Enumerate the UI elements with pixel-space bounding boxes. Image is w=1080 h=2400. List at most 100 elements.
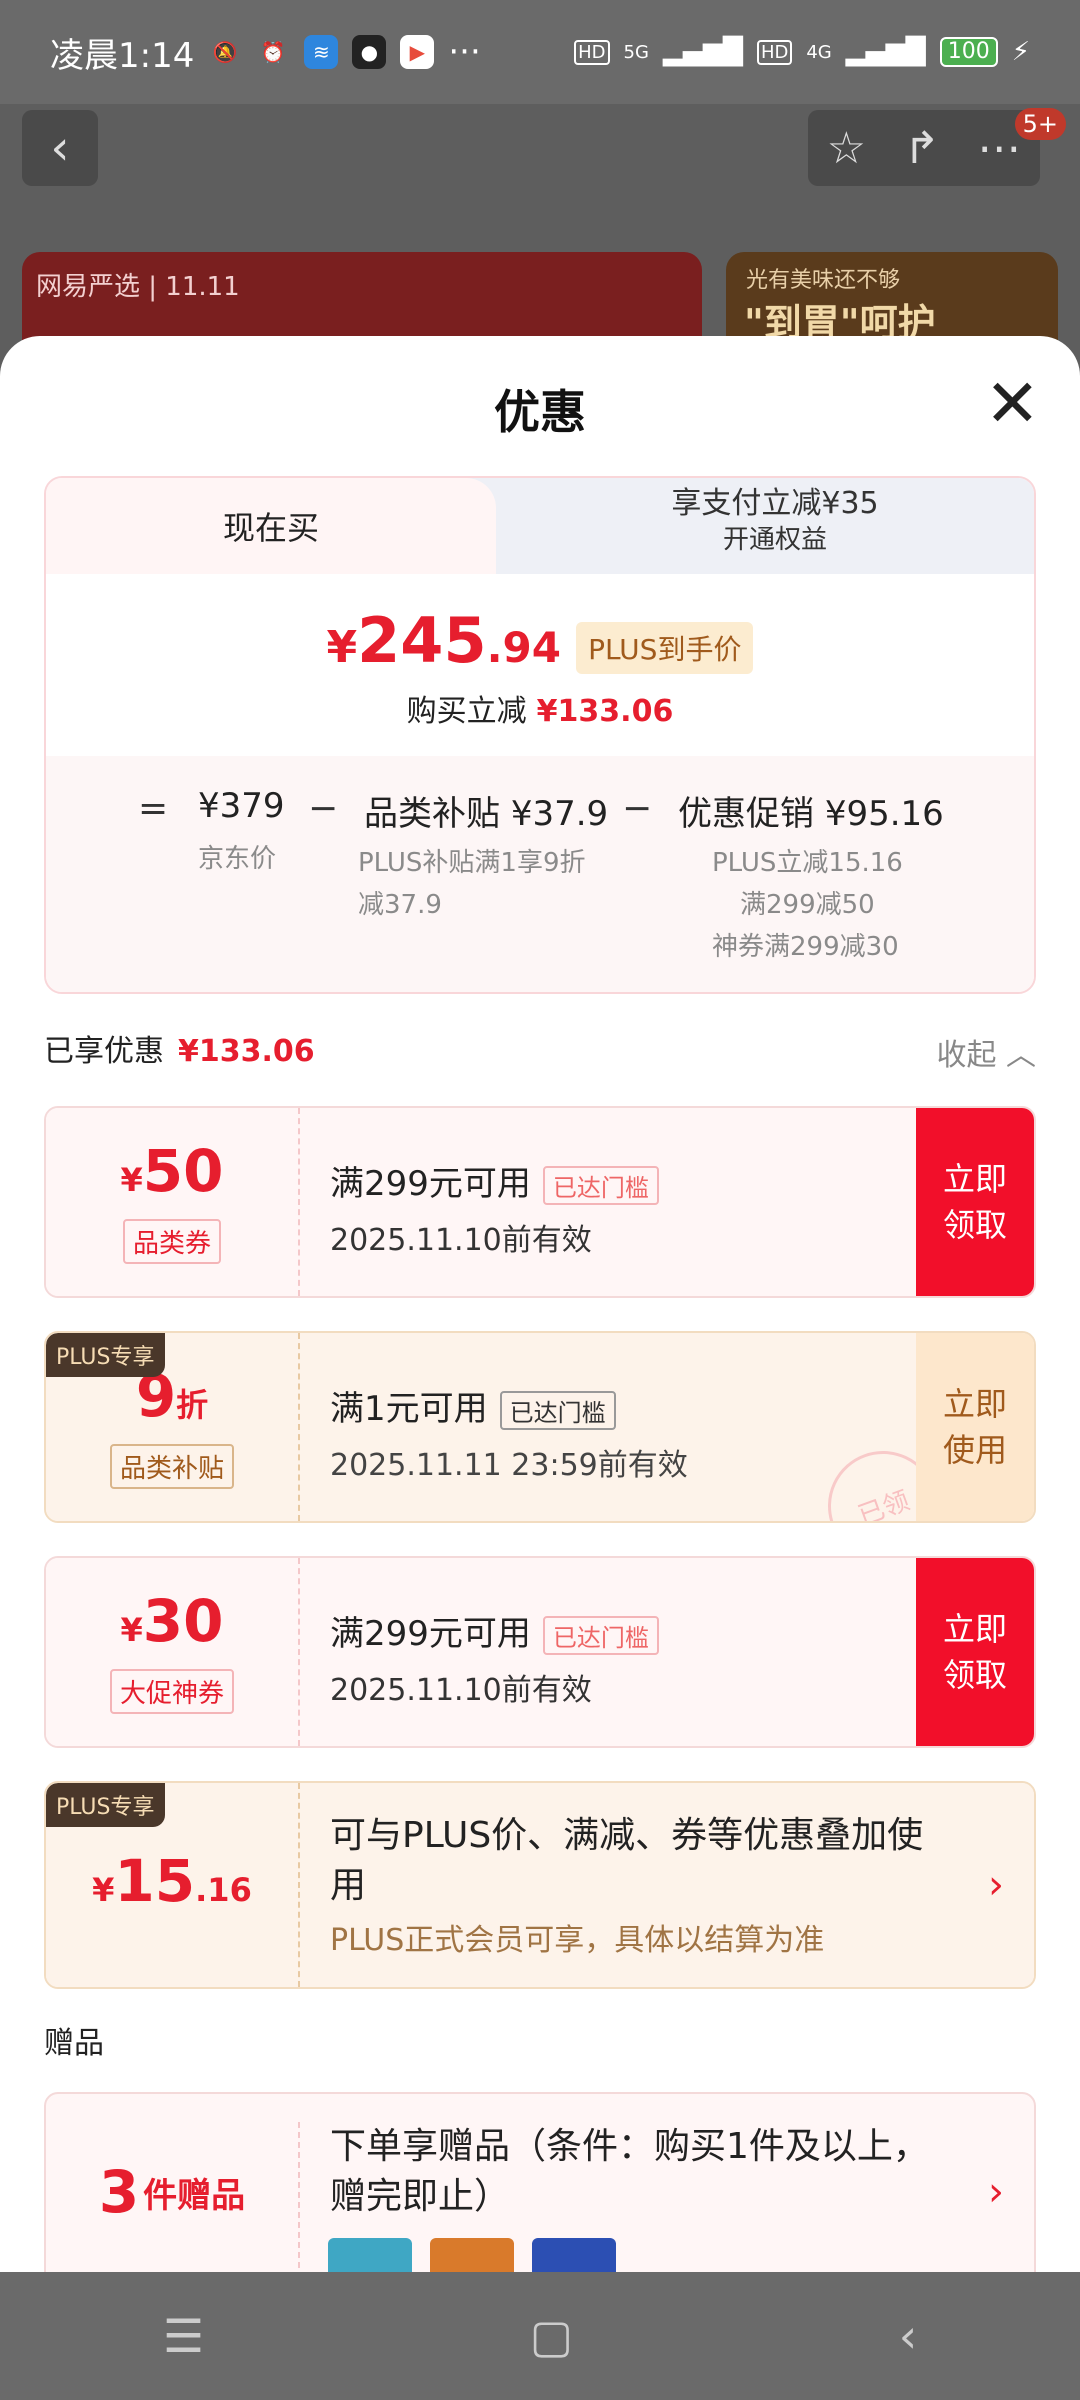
collapse-toggle[interactable]: 收起 ︿ [936, 1030, 1036, 1074]
enjoyed-label: 已享优惠 [44, 1034, 164, 1069]
coupon-info: 满299元可用 已达门槛 2025.11.10前有效 [298, 1108, 916, 1296]
gift-count-number: 3 [98, 2158, 140, 2226]
plus-exclusive-badge: PLUS专享 [46, 1333, 165, 1377]
coupon-value: ¥30 大促神券 [46, 1558, 298, 1746]
price-breakdown: 现在买 享支付立减¥35 开通权益 ¥245.94 PLUS到手价 购买立减 ¥1… [44, 476, 1036, 994]
minus-sign-2: − [622, 788, 653, 829]
tab-pay-discount[interactable]: 享支付立减¥35 开通权益 [516, 486, 1034, 558]
gift-thumbnail [532, 2238, 616, 2272]
price-integer: 245 [357, 604, 487, 677]
plus-offer-decimal: .16 [195, 1870, 252, 1909]
bell-muted-icon: 🔕 [212, 40, 238, 64]
coupon-card: ¥30 大促神券 满299元可用 已达门槛 2025.11.10前有效 立即领取 [44, 1556, 1036, 1748]
nav-actions: ☆ ↱ ⋯ [808, 110, 1040, 186]
coupon-condition: 满1元可用 [330, 1389, 488, 1429]
minus-sign-1: − [308, 788, 339, 829]
background-nav: ‹ ☆ ↱ ⋯ 5+ [0, 108, 1080, 218]
coupon-condition: 满299元可用 [330, 1164, 531, 1204]
net-5g-label: 5G [623, 41, 649, 63]
coupon-card: ¥50 品类券 满299元可用 已达门槛 2025.11.10前有效 立即领取 [44, 1106, 1036, 1298]
coupon-currency: ¥ [120, 1611, 143, 1649]
plus-offer-amount: 15 [114, 1846, 196, 1915]
price-calculation: = ¥379 京东价 − 品类补贴 ¥37.9 PLUS补贴满1享9折 减37.… [46, 756, 1034, 992]
coupon-amount: 30 [142, 1587, 224, 1655]
back-icon[interactable]: ‹ [22, 110, 98, 186]
price-currency: ¥ [326, 622, 358, 673]
more-icon[interactable]: ⋯ [977, 123, 1021, 174]
coupon-type: 大促神券 [109, 1669, 234, 1714]
coupon-info: 满1元可用 已达门槛 2025.11.11 23:59前有效 [298, 1333, 916, 1521]
coupon-condition: 满299元可用 [330, 1614, 531, 1654]
promo-label: 优惠促销 [678, 794, 814, 834]
app-dot-icon: ● [352, 35, 387, 69]
reduce-line: 购买立减 ¥133.06 [46, 686, 1034, 730]
subsidy-value: ¥37.9 [510, 794, 609, 834]
message-badge: 5+ [1014, 108, 1066, 140]
tab-pay-sub: 开通权益 [722, 525, 827, 555]
plus-offer-info: 可与PLUS价、满减、券等优惠叠加使用 PLUS正式会员可享，具体以结算为准 [298, 1783, 1034, 1987]
tab-pay-title: 享支付立减¥35 [671, 486, 879, 521]
purchase-tabs: 现在买 享支付立减¥35 开通权益 [46, 478, 1034, 574]
threshold-badge: 已达门槛 [542, 1616, 659, 1655]
plus-offer-note: PLUS正式会员可享，具体以结算为准 [330, 1923, 825, 1958]
enjoyed-value: ¥133.06 [178, 1034, 315, 1069]
gift-thumbnail [430, 2238, 514, 2272]
signal-icon-2: ▂▄▆█ [845, 37, 926, 67]
coupon-info: 满299元可用 已达门槛 2025.11.10前有效 [298, 1558, 916, 1746]
menu-icon[interactable]: ☰ [163, 2309, 204, 2363]
gift-count: 3 件赠品 [46, 2094, 298, 2272]
subsidy-label: 品类补贴 [364, 794, 500, 834]
plus-offer-card[interactable]: PLUS专享 ¥15.16 可与PLUS价、满减、券等优惠叠加使用 PLUS正式… [44, 1781, 1036, 1989]
gift-section-title: 赠品 [44, 2026, 104, 2061]
final-price: ¥245.94 PLUS到手价 [46, 604, 1034, 684]
gift-card[interactable]: 3 件赠品 下单享赠品（条件：购买1件及以上，赠完即止） › [44, 2092, 1036, 2272]
jd-price-label: 京东价 [198, 844, 277, 874]
status-time: 凌晨1:14 [50, 35, 195, 76]
coupon-currency: ¥ [120, 1161, 143, 1199]
promo-detail-3: 神券满299减30 [712, 932, 899, 962]
back-nav-icon[interactable]: ‹ [899, 2309, 917, 2363]
reduce-label: 购买立减 [406, 694, 527, 729]
subsidy-amount: 品类补贴 ¥37.9 [364, 786, 608, 835]
claim-coupon-button[interactable]: 立即领取 [916, 1558, 1034, 1746]
gift-thumbnail [328, 2238, 412, 2272]
tab-buy-now[interactable]: 现在买 [46, 478, 496, 574]
claim-coupon-button[interactable]: 立即领取 [916, 1108, 1034, 1296]
coupon-value: ¥50 品类券 [46, 1108, 298, 1296]
coupon-type: 品类券 [122, 1219, 221, 1264]
promo-detail-1: PLUS立减15.16 [712, 848, 903, 878]
promo-detail-2: 满299减50 [740, 890, 875, 920]
banner-right-top: 光有美味还不够 [746, 268, 901, 293]
reduce-value: ¥133.06 [536, 694, 674, 729]
charging-icon: ⚡ [1011, 37, 1030, 67]
net-4g-label: 4G [806, 41, 832, 63]
subsidy-detail-1: PLUS补贴满1享9折 [358, 848, 586, 878]
app-play-icon: ▶ [400, 35, 435, 69]
enjoyed-discount-row: 已享优惠 ¥133.06 收起 ︿ [44, 1026, 1036, 1076]
star-icon[interactable]: ☆ [827, 123, 866, 174]
plus-offer-currency: ¥ [92, 1870, 115, 1909]
coupon-validity: 2025.11.11 23:59前有效 [330, 1448, 688, 1483]
equals-sign: = [138, 788, 169, 829]
coupon-validity: 2025.11.10前有效 [330, 1673, 592, 1708]
gift-count-label: 件赠品 [143, 2175, 246, 2216]
hd-icon-2: HD [756, 39, 793, 65]
plus-offer-title: 可与PLUS价、满减、券等优惠叠加使用 [330, 1815, 924, 1906]
gift-thumbnails [328, 2238, 616, 2272]
status-bar: 凌晨1:14 🔕 ⏰ ≋ ● ▶ ··· HD 5G ▂▄▆█ HD 4G ▂▄… [0, 0, 1080, 104]
home-icon[interactable]: ▢ [530, 2309, 573, 2363]
coupon-amount: 50 [142, 1137, 224, 1205]
threshold-badge: 已达门槛 [542, 1166, 659, 1205]
price-decimal: .94 [486, 623, 561, 672]
use-coupon-button[interactable]: 立即使用 [916, 1333, 1034, 1521]
share-icon[interactable]: ↱ [903, 123, 940, 174]
status-more: ··· [448, 32, 481, 72]
coupon-type: 品类补贴 [109, 1444, 234, 1489]
battery-icon: 100 [939, 37, 998, 67]
subsidy-detail-2: 减37.9 [358, 890, 442, 920]
promo-amount: 优惠促销 ¥95.16 [678, 786, 944, 835]
hd-icon: HD [574, 39, 610, 65]
coupon-validity: 2025.11.10前有效 [330, 1223, 592, 1258]
close-icon[interactable]: ✕ [985, 371, 1040, 437]
promo-value: ¥95.16 [824, 794, 944, 834]
